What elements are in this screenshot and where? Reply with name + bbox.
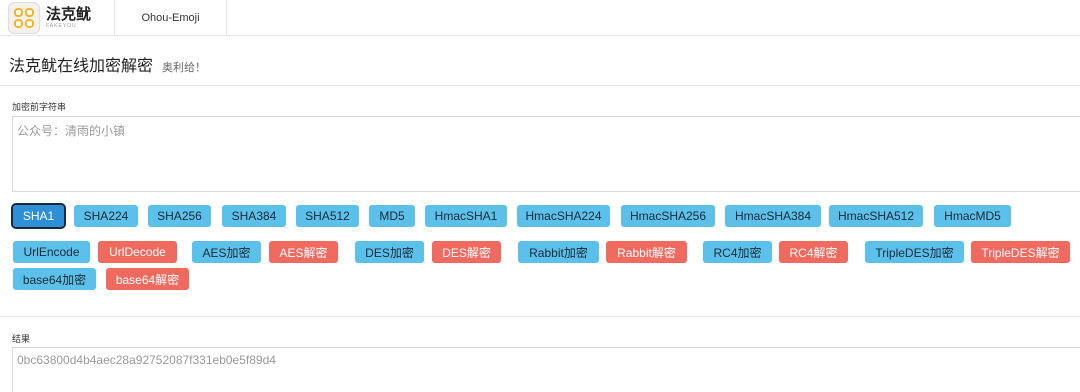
aes-encrypt-button[interactable]: AES加密 xyxy=(192,241,261,263)
hmacsha1-button[interactable]: HmacSHA1 xyxy=(425,205,507,227)
hmacmd5-button[interactable]: HmacMD5 xyxy=(934,205,1011,227)
tripledes-decrypt-button[interactable]: TripleDES解密 xyxy=(971,241,1070,263)
page-subtitle: 奥利给！ xyxy=(162,62,207,74)
hmacsha224-button[interactable]: HmacSHA224 xyxy=(517,205,610,227)
app-logo-icon xyxy=(8,2,40,34)
base64-decode-button[interactable]: base64解密 xyxy=(106,268,189,290)
tripledes-encrypt-button[interactable]: TripleDES加密 xyxy=(865,241,964,263)
brand-subtitle: FAKEYOU xyxy=(46,23,77,29)
brand-logo[interactable]: 法克鱿 FAKEYOU xyxy=(8,2,91,34)
base64-encode-button[interactable]: base64加密 xyxy=(13,268,96,290)
hmacsha512-button[interactable]: HmacSHA512 xyxy=(829,205,923,227)
divider xyxy=(0,85,1080,86)
sha1-button[interactable]: SHA1 xyxy=(11,203,66,229)
sha256-button[interactable]: SHA256 xyxy=(148,205,211,227)
output-label: 结果 xyxy=(12,334,31,344)
input-label: 加密前字符串 xyxy=(12,102,67,112)
urlencode-button[interactable]: UrlEncode xyxy=(13,241,90,263)
brand-name: 法克鱿 xyxy=(46,5,92,23)
divider xyxy=(0,316,1080,317)
page-title: 法克鱿在线加密解密 xyxy=(9,58,154,75)
tab-ohou-emoji[interactable]: Ohou-Emoji xyxy=(115,0,227,36)
page-header: 法克鱿在线加密解密 奥利给！ xyxy=(9,52,206,76)
top-bar: 法克鱿 FAKEYOU Ohou-Emoji xyxy=(0,0,1080,36)
sha384-button[interactable]: SHA384 xyxy=(222,205,286,227)
aes-decrypt-button[interactable]: AES解密 xyxy=(269,241,338,263)
rc4-decrypt-button[interactable]: RC4解密 xyxy=(779,241,848,263)
des-decrypt-button[interactable]: DES解密 xyxy=(432,241,501,263)
urldecode-button[interactable]: UrlDecode xyxy=(98,241,177,263)
des-encrypt-button[interactable]: DES加密 xyxy=(355,241,424,263)
rabbit-encrypt-button[interactable]: Rabbit加密 xyxy=(518,241,599,263)
hmacsha384-button[interactable]: HmacSHA384 xyxy=(725,205,821,227)
result-output[interactable]: 0bc63800d4b4aec28a92752087f331eb0e5f89d4 xyxy=(12,347,1080,392)
sha224-button[interactable]: SHA224 xyxy=(74,205,138,227)
hmacsha256-button[interactable]: HmacSHA256 xyxy=(621,205,715,227)
rc4-encrypt-button[interactable]: RC4加密 xyxy=(703,241,772,263)
rabbit-decrypt-button[interactable]: Rabbit解密 xyxy=(606,241,687,263)
plaintext-input[interactable] xyxy=(12,116,1080,192)
sha512-button[interactable]: SHA512 xyxy=(296,205,359,227)
md5-button[interactable]: MD5 xyxy=(369,205,415,227)
